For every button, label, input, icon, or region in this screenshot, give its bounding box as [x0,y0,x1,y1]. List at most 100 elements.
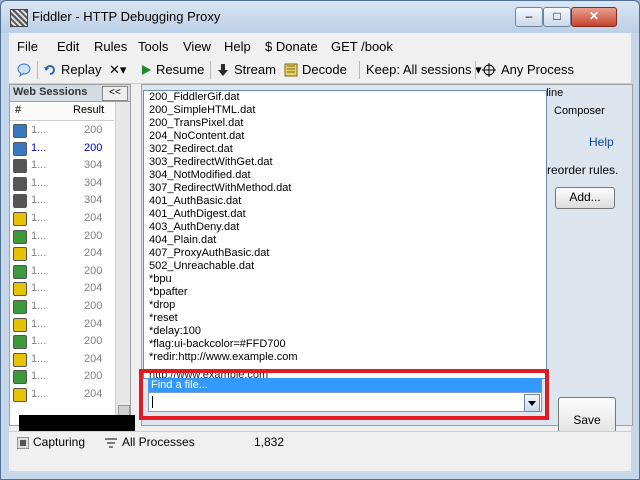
dropdown-option[interactable]: *flag:ui-backcolor=#FFD700 [144,338,546,351]
decode-icon [284,63,298,77]
capturing-status[interactable]: Capturing [33,435,85,449]
session-row[interactable]: 1... 200 [10,228,114,246]
session-row[interactable]: 1... 200 [10,333,114,351]
menu-donate[interactable]: $ Donate [265,39,318,54]
session-type-icon [13,194,27,209]
session-number: 1... [31,335,47,348]
dropdown-option[interactable]: 204_NoContent.dat [144,130,546,143]
session-count: 1,832 [254,435,285,449]
toolbar-separator [210,61,211,79]
dropdown-option[interactable]: 403_AuthDeny.dat [144,221,546,234]
session-row[interactable]: 1... 204 [10,351,114,369]
menu-rules[interactable]: Rules [94,39,127,54]
session-row[interactable]: 1... 304 [10,175,114,193]
highlight-annotation-box [139,369,549,420]
web-sessions-panel: Web Sessions << # Result 1... 200 1... 200 1… [9,84,131,426]
dropdown-option[interactable]: 502_Unreachable.dat [144,260,546,273]
replay-button[interactable]: Replay [61,62,101,77]
menu-help[interactable]: Help [224,39,251,54]
session-number: 1... [31,387,47,400]
play-icon [142,65,151,75]
session-number: 1... [31,124,47,136]
menu-tools[interactable]: Tools [138,39,168,54]
fiddler-app-icon [10,9,28,27]
menu-view[interactable]: View [183,39,211,54]
session-type-icon [13,264,27,279]
tab-composer[interactable]: Composer [554,105,605,117]
column-number[interactable]: # [15,104,21,116]
dropdown-option[interactable]: 404_Plain.dat [144,234,546,247]
remove-dropdown-button[interactable]: ✕▾ [109,62,126,78]
sessions-scrollbar[interactable] [115,102,130,424]
dropdown-option[interactable]: *reset [144,312,546,325]
session-type-icon [13,159,27,174]
resume-button[interactable]: Resume [156,62,204,77]
dropdown-option[interactable]: 307_RedirectWithMethod.dat [144,182,546,195]
dropdown-option[interactable]: 303_RedirectWithGet.dat [144,156,546,169]
keep-sessions-dropdown[interactable]: Keep: All sessions ▾ [366,62,482,78]
dropdown-option[interactable]: 200_FiddlerGif.dat [144,91,546,104]
minimize-button[interactable]: – [515,7,543,27]
session-result: 304 [84,176,103,189]
dropdown-option[interactable]: 407_ProxyAuthBasic.dat [144,247,546,260]
session-row[interactable]: 1... 204 [10,280,114,298]
dropdown-option[interactable]: 401_AuthBasic.dat [144,195,546,208]
dropdown-option[interactable]: 401_AuthDigest.dat [144,208,546,221]
web-sessions-header: Web Sessions << [10,85,130,102]
session-row[interactable]: 1... 204 [10,245,114,263]
dropdown-option[interactable]: *bpafter [144,286,546,299]
sessions-list: 1... 200 1... 200 1... 304 1... 304 1... 304 1... 2… [10,122,114,404]
session-number: 1... [31,264,47,277]
menu-get-book[interactable]: GET /book [331,39,393,54]
session-result: 200 [84,141,103,154]
session-result: 204 [84,211,103,224]
add-rule-button[interactable]: Add... [555,187,615,209]
session-row[interactable]: 1... 200 [10,140,114,158]
session-result: 204 [84,352,103,365]
maximize-button[interactable]: □ [543,7,571,27]
session-number: 1... [31,247,47,260]
toolbar-separator [475,61,476,79]
dropdown-option[interactable]: *drop [144,299,546,312]
decode-button[interactable]: Decode [302,62,347,77]
toolbar: Replay ✕▾ Resume Stream Decode Keep: All… [9,57,631,84]
session-row[interactable]: 1... 204 [10,386,114,404]
process-filter-icon [105,438,117,448]
crosshair-icon [482,63,496,77]
reorder-rules-text: reorder rules. [547,163,619,177]
any-process-button[interactable]: Any Process [501,62,574,77]
session-number: 1... [31,317,47,330]
session-number: 1... [31,211,47,224]
session-row[interactable]: 1... 304 [10,192,114,210]
session-row[interactable]: 1... 304 [10,157,114,175]
session-row[interactable]: 1... 200 [10,298,114,316]
menu-file[interactable]: File [17,39,38,54]
dropdown-option[interactable]: 200_TransPixel.dat [144,117,546,130]
session-number: 1... [31,141,47,154]
dropdown-option[interactable]: *delay:100 [144,325,546,338]
session-type-icon [13,299,27,314]
session-result: 204 [84,317,103,330]
menu-edit[interactable]: Edit [57,39,79,54]
session-row[interactable]: 1... 200 [10,368,114,386]
stream-button[interactable]: Stream [234,62,276,77]
session-row[interactable]: 1... 200 [10,122,114,140]
dropdown-option[interactable]: 304_NotModified.dat [144,169,546,182]
dropdown-option[interactable]: *bpu [144,273,546,286]
session-row[interactable]: 1... 204 [10,210,114,228]
process-filter-status[interactable]: All Processes [122,435,195,449]
collapse-sessions-button[interactable]: << [102,86,128,101]
close-button[interactable]: ✕ [571,7,617,27]
session-number: 1... [31,194,47,207]
session-type-icon [13,282,27,297]
session-row[interactable]: 1... 204 [10,316,114,334]
session-number: 1... [31,176,47,189]
dropdown-option[interactable]: 302_Redirect.dat [144,143,546,156]
dropdown-option[interactable]: 200_SimpleHTML.dat [144,104,546,117]
session-row[interactable]: 1... 200 [10,263,114,281]
help-link[interactable]: Help [589,135,614,149]
session-type-icon [13,247,27,262]
dropdown-option[interactable]: *redir:http://www.example.com [144,351,546,364]
speech-bubble-icon[interactable] [17,63,31,77]
column-result[interactable]: Result [73,104,104,116]
